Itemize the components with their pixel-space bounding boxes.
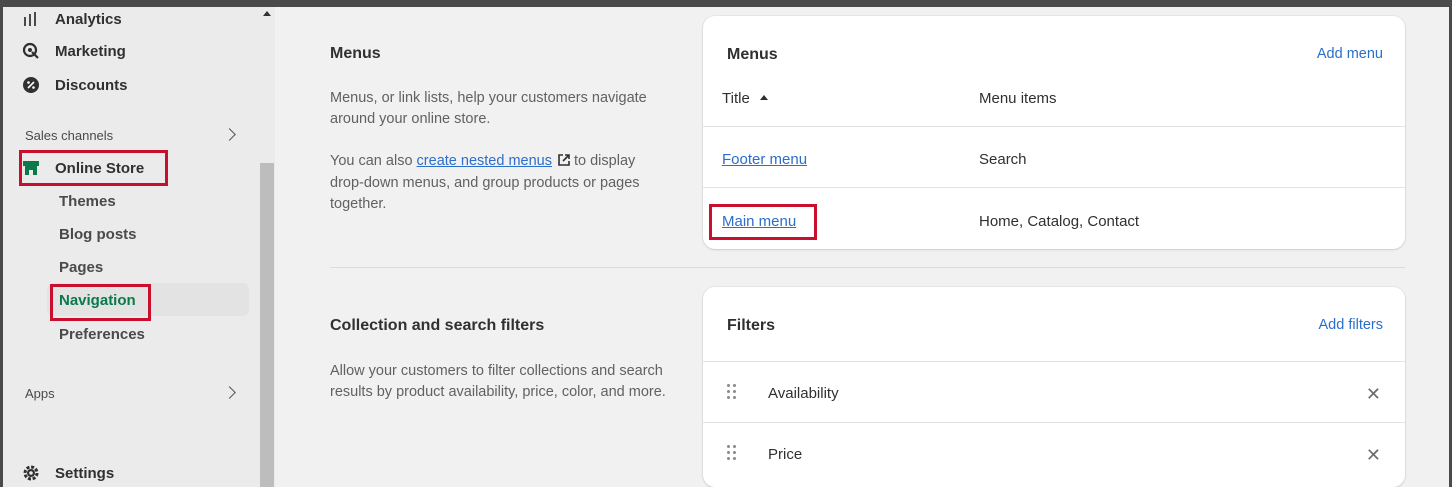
sidebar-item-discounts[interactable]: Discounts	[21, 73, 128, 97]
footer-menu-items: Search	[979, 151, 1027, 168]
sidebar-scroll-thumb[interactable]	[260, 163, 274, 487]
main-menu-items: Home, Catalog, Contact	[979, 213, 1140, 230]
sidebar-subitem-preferences[interactable]: Preferences	[59, 323, 145, 345]
menus-section-title: Menus	[330, 45, 381, 62]
scroll-up-arrow-icon[interactable]	[263, 11, 271, 16]
sales-channels-label: Sales channels	[25, 127, 114, 143]
navigation-highlight	[50, 284, 151, 321]
filter-price-label: Price	[768, 446, 803, 463]
filters-card: Filters Add filters Availability ✕ Price…	[703, 287, 1405, 487]
online-store-highlight	[19, 150, 168, 186]
sales-channels-chevron-icon[interactable]	[223, 128, 236, 141]
marketing-icon	[21, 41, 41, 61]
gear-icon	[21, 463, 41, 483]
create-nested-menus-link[interactable]: create nested menus	[417, 153, 552, 169]
remove-filter-close-icon[interactable]: ✕	[1366, 385, 1381, 403]
drag-handle-icon[interactable]	[727, 384, 737, 400]
sidebar-item-marketing[interactable]: Marketing	[21, 39, 126, 63]
add-menu-button[interactable]: Add menu	[1317, 46, 1383, 62]
sidebar: Analytics Marketing Discounts Sales chan…	[3, 7, 275, 487]
menus-card-title: Menus	[727, 46, 778, 63]
menu-items-column-header: Menu items	[979, 90, 1057, 107]
sidebar-item-settings[interactable]: Settings	[21, 461, 114, 485]
drag-handle-icon[interactable]	[727, 445, 737, 461]
filters-section-title: Collection and search filters	[330, 317, 545, 334]
app-frame: Analytics Marketing Discounts Sales chan…	[3, 7, 1449, 487]
apps-chevron-icon[interactable]	[223, 386, 236, 399]
main-menu-highlight	[709, 204, 817, 240]
sidebar-item-label: Analytics	[55, 10, 122, 28]
filters-section-description: Allow your customers to filter collectio…	[330, 363, 666, 400]
sidebar-subitem-pages[interactable]: Pages	[59, 256, 103, 278]
row-divider	[703, 126, 1405, 127]
row-divider	[703, 361, 1405, 362]
discounts-icon	[21, 75, 41, 95]
menus-section-description: Menus, or link lists, help your customer…	[330, 90, 647, 127]
row-divider	[703, 187, 1405, 188]
apps-label: Apps	[25, 385, 55, 401]
row-divider	[703, 422, 1405, 423]
analytics-icon	[21, 9, 41, 29]
sidebar-item-label: Settings	[55, 464, 115, 482]
sidebar-subitem-blog-posts[interactable]: Blog posts	[59, 223, 137, 245]
external-link-icon	[558, 152, 570, 173]
title-column-header[interactable]: Title	[722, 90, 768, 107]
remove-filter-close-icon[interactable]: ✕	[1366, 446, 1381, 464]
menus-section-description-2: You can also create nested menus to disp…	[330, 152, 640, 212]
sidebar-item-analytics[interactable]: Analytics	[21, 7, 122, 31]
section-divider	[330, 267, 1405, 268]
add-filters-button[interactable]: Add filters	[1319, 317, 1383, 333]
footer-menu-link[interactable]: Footer menu	[722, 151, 807, 168]
filter-availability-label: Availability	[768, 385, 839, 402]
sidebar-subitem-themes[interactable]: Themes	[59, 190, 116, 212]
sort-ascending-icon	[759, 95, 768, 100]
sidebar-item-label: Marketing	[55, 42, 126, 60]
sidebar-item-label: Discounts	[55, 76, 128, 94]
filters-card-title: Filters	[727, 317, 776, 334]
